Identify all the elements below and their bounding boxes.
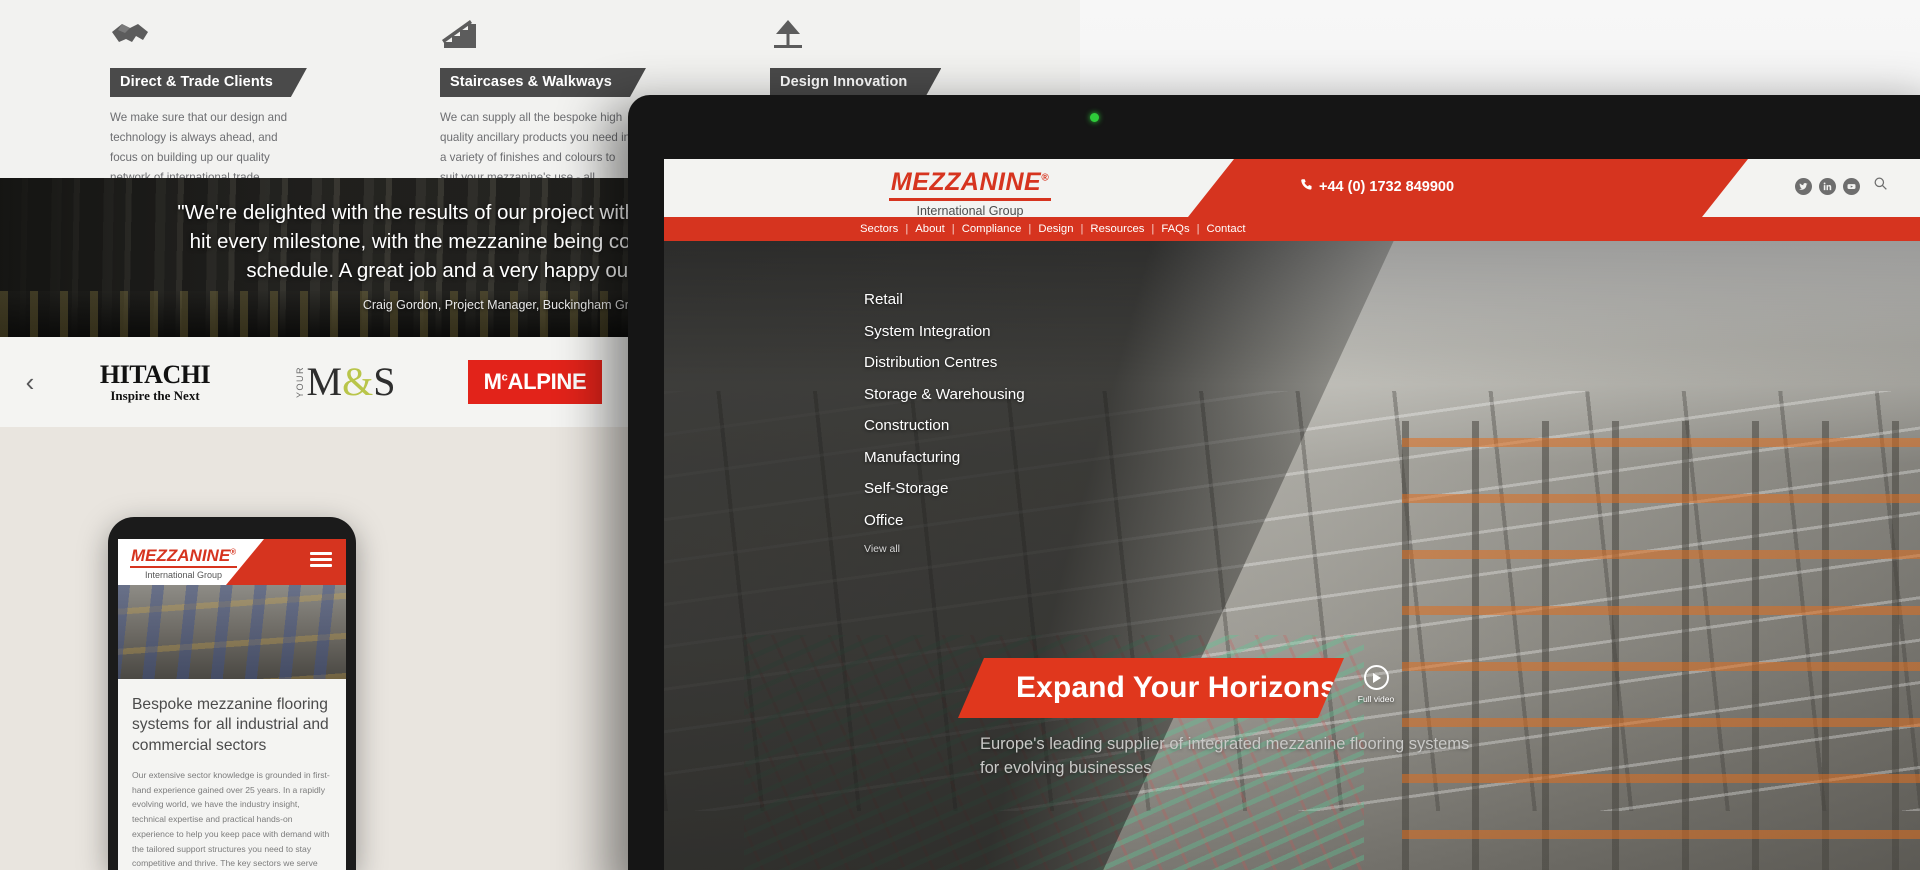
nav-item-contact[interactable]: Contact	[1207, 223, 1246, 235]
hitachi-logo-name: HITACHI	[99, 360, 211, 389]
ms-logo-ampersand: &	[342, 359, 374, 404]
phone-icon	[1300, 178, 1313, 195]
nav-item-about[interactable]: About	[915, 223, 945, 235]
dropdown-item-retail[interactable]: Retail	[864, 291, 1025, 308]
nav-separator: |	[1151, 223, 1155, 235]
nav-separator: |	[1080, 223, 1084, 235]
phone-screen: MEZZANINE® International Group Bespoke m…	[118, 539, 346, 870]
header-phone-number[interactable]: +44 (0) 1732 849900	[1300, 178, 1454, 195]
phone-logo-registered: ®	[230, 547, 237, 557]
laptop-shell: MEZZANINE® International Group +44 (0) 1…	[628, 95, 1920, 870]
site-logo-registered: ®	[1041, 172, 1050, 184]
twitter-icon[interactable]	[1795, 177, 1812, 195]
social-links	[1795, 176, 1888, 196]
nav-item-sectors[interactable]: Sectors	[860, 223, 898, 235]
marks-and-spencer-logo[interactable]: YOUR M & S	[250, 352, 440, 412]
site-logo[interactable]: MEZZANINE® International Group	[860, 168, 1080, 217]
nav-items: Sectors | About | Compliance | Design | Resource…	[860, 217, 1245, 241]
screenshot-stage: Direct & Trade Clients We make sure that…	[0, 0, 1920, 870]
green-camera-light-icon	[1090, 113, 1099, 122]
dropdown-item-office[interactable]: Office	[864, 512, 1025, 529]
hero-banner: Expand Your Horizons	[958, 658, 1344, 718]
hitachi-logo-tagline: Inspire the Next	[110, 388, 200, 403]
youtube-icon[interactable]	[1843, 177, 1860, 195]
ms-logo-prefix: YOUR	[294, 365, 305, 398]
hero-subtitle: Europe's leading supplier of integrated …	[980, 735, 1470, 777]
laptop-screen: MEZZANINE® International Group +44 (0) 1…	[664, 159, 1920, 870]
nav-item-compliance[interactable]: Compliance	[962, 223, 1022, 235]
ms-logo-m: M	[306, 359, 343, 404]
phone-heading: Bespoke mezzanine flooring systems for a…	[132, 696, 329, 754]
handshake-icon	[110, 0, 340, 50]
search-icon[interactable]	[1873, 176, 1888, 196]
phone-hero-photo	[118, 585, 346, 679]
header-red-wedge	[1188, 159, 1748, 217]
feature-card-title: Design Innovation	[770, 68, 941, 97]
carousel-prev-icon[interactable]: ‹	[0, 369, 60, 395]
nav-separator: |	[1196, 223, 1200, 235]
dropdown-item-construction[interactable]: Construction	[864, 417, 1025, 434]
nav-item-design[interactable]: Design	[1038, 223, 1073, 235]
hitachi-logo[interactable]: HITACHI Inspire the Next	[60, 352, 250, 412]
mcalpine-logo[interactable]: McALPINE	[440, 352, 630, 412]
nav-item-resources[interactable]: Resources	[1090, 223, 1144, 235]
dropdown-item-manufacturing[interactable]: Manufacturing	[864, 449, 1025, 466]
phone-paragraph: Our extensive sector knowledge is ground…	[132, 769, 330, 869]
dropdown-item-self-storage[interactable]: Self-Storage	[864, 480, 1025, 497]
header-phone-text: +44 (0) 1732 849900	[1319, 178, 1455, 195]
full-video-label: Full video	[1357, 694, 1395, 704]
feature-card-title: Staircases & Walkways	[440, 68, 646, 97]
sectors-dropdown-menu: Retail System Integration Distribution Cen…	[864, 291, 1025, 570]
dropdown-item-distribution-centres[interactable]: Distribution Centres	[864, 354, 1025, 371]
staircase-icon	[440, 0, 670, 50]
phone-mockup: MEZZANINE® International Group Bespoke m…	[108, 517, 356, 870]
nav-item-faqs[interactable]: FAQs	[1161, 223, 1189, 235]
phone-content: Bespoke mezzanine flooring systems for a…	[118, 679, 346, 870]
design-innovation-icon	[770, 0, 1000, 50]
nav-separator: |	[1028, 223, 1032, 235]
nav-separator: |	[951, 223, 955, 235]
site-navigation: Sectors | About | Compliance | Design | Resource…	[664, 217, 1920, 241]
hero-title: Expand Your Horizons	[1016, 671, 1337, 704]
dropdown-item-storage-warehousing[interactable]: Storage & Warehousing	[864, 386, 1025, 403]
dropdown-item-system-integration[interactable]: System Integration	[864, 323, 1025, 340]
feature-card-title: Direct & Trade Clients	[110, 68, 307, 97]
site-logo-subtitle: International Group	[916, 204, 1024, 217]
hero-section: Retail System Integration Distribution Cen…	[664, 241, 1920, 870]
phone-logo-word: MEZZANINE	[131, 546, 231, 565]
site-logo-word: MEZZANINE	[890, 168, 1042, 196]
ms-logo-s: S	[373, 359, 396, 404]
phone-logo-subtitle: International Group	[145, 570, 223, 580]
mcalpine-logo-rest: ALPINE	[507, 369, 587, 394]
dropdown-view-all-link[interactable]: View all	[864, 543, 1025, 555]
full-video-button[interactable]: Full video	[1349, 665, 1403, 704]
site-header: MEZZANINE® International Group +44 (0) 1…	[664, 159, 1920, 217]
laptop-mockup: MEZZANINE® International Group +44 (0) 1…	[628, 95, 1920, 870]
mcalpine-logo-m: M	[483, 369, 502, 394]
hamburger-menu-icon[interactable]	[310, 552, 332, 570]
phone-site-header: MEZZANINE® International Group	[118, 539, 346, 585]
phone-logo[interactable]: MEZZANINE® International Group	[130, 546, 238, 580]
linkedin-icon[interactable]	[1819, 177, 1836, 195]
feature-card-direct-trade-clients[interactable]: Direct & Trade Clients We make sure that…	[110, 0, 340, 273]
play-icon[interactable]	[1363, 665, 1389, 690]
nav-separator: |	[905, 223, 909, 235]
